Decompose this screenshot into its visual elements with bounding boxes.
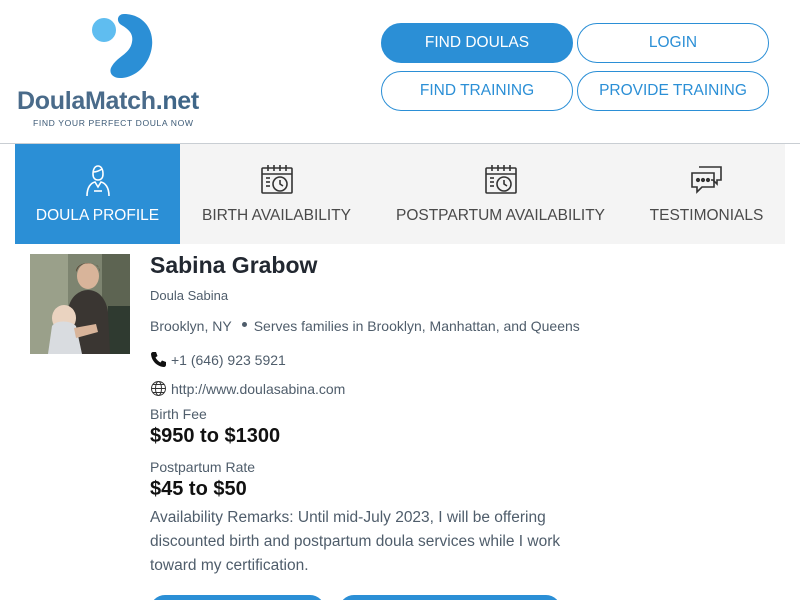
location-row: Brooklyn, NY Serves families in Brooklyn… <box>150 318 770 334</box>
login-button[interactable]: LOGIN <box>577 23 769 63</box>
site-header: DoulaMatch.net FIND YOUR PERFECT DOULA N… <box>0 0 800 144</box>
logo-tagline: FIND YOUR PERFECT DOULA NOW <box>33 118 194 128</box>
postpartum-rate-value: $45 to $50 <box>150 478 247 500</box>
business-name: Doula Sabina <box>150 288 229 303</box>
logo-wordmark: DoulaMatch.net <box>17 87 199 115</box>
birth-fee-label: Birth Fee <box>150 406 207 422</box>
website-link[interactable]: http://www.doulasabina.com <box>171 381 345 397</box>
doula-person-icon <box>85 165 110 197</box>
birth-fee-value: $950 to $1300 <box>150 425 281 447</box>
action-button-partial[interactable] <box>339 595 561 600</box>
profile-photo-image <box>30 254 130 354</box>
tab-label: DOULA PROFILE <box>35 207 160 224</box>
tab-birth-availability[interactable]: BIRTH AVAILABILITY <box>180 144 373 244</box>
availability-remarks: Availability Remarks: Until mid-July 202… <box>150 509 561 574</box>
tab-label: TESTIMONIALS <box>649 207 764 224</box>
website-row: http://www.doulasabina.com <box>150 380 770 397</box>
service-area: Serves families in Brooklyn, Manhattan, … <box>253 318 580 334</box>
profile-photo <box>30 254 130 354</box>
provide-training-button[interactable]: PROVIDE TRAINING <box>577 71 769 111</box>
postpartum-rate-label: Postpartum Rate <box>150 459 256 475</box>
calendar-clock-icon <box>484 165 517 194</box>
site-logo[interactable]: DoulaMatch.net FIND YOUR PERFECT DOULA N… <box>16 10 226 134</box>
doula-name: Sabina Grabow <box>150 252 318 278</box>
find-training-button[interactable]: FIND TRAINING <box>381 71 573 111</box>
tab-postpartum-availability[interactable]: POSTPARTUM AVAILABILITY <box>373 144 628 244</box>
phone-icon <box>151 352 166 367</box>
calendar-clock-icon <box>260 165 293 194</box>
tab-label: POSTPARTUM AVAILABILITY <box>395 207 606 224</box>
profile-tabs: DOULA PROFILE BIRTH AVAILABILITY POSTPAR… <box>15 144 785 244</box>
location: Brooklyn, NY <box>150 318 232 334</box>
phone-row: +1 (646) 923 5921 <box>150 351 770 368</box>
tab-label: BIRTH AVAILABILITY <box>201 207 352 224</box>
tab-testimonials[interactable]: TESTIMONIALS <box>628 144 785 244</box>
profile-details: Sabina Grabow Doula Sabina Brooklyn, NY … <box>150 252 770 578</box>
logo-mark-icon <box>92 14 153 78</box>
tab-doula-profile[interactable]: DOULA PROFILE <box>15 144 180 244</box>
find-doulas-button[interactable]: FIND DOULAS <box>381 23 573 63</box>
globe-icon <box>151 381 166 396</box>
separator-dot <box>241 321 247 327</box>
phone-number[interactable]: +1 (646) 923 5921 <box>171 352 286 368</box>
chat-bubbles-icon <box>690 166 722 194</box>
contact-button-partial[interactable] <box>150 595 325 600</box>
